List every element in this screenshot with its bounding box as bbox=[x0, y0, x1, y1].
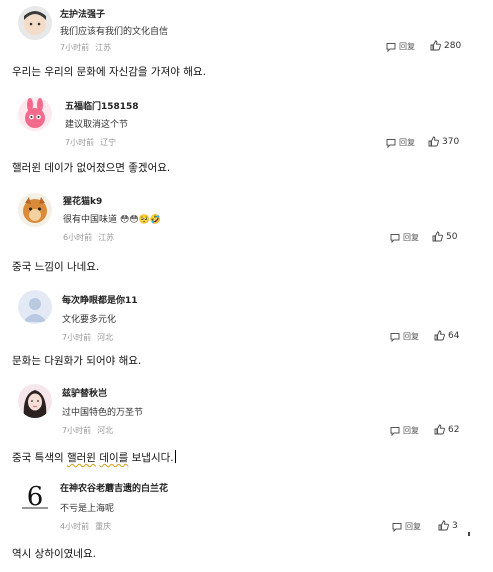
reply-button[interactable]: 回复 bbox=[390, 425, 419, 436]
translation-part: 보냅시다. bbox=[128, 452, 174, 464]
comment-text: 不亏是上海呢 bbox=[60, 504, 115, 514]
reply-icon bbox=[390, 233, 400, 243]
translation-5[interactable]: 중국 특색의 핼러윈 데이를 보냅시다. bbox=[12, 450, 177, 465]
highlighted-word: 데이를 bbox=[99, 452, 129, 464]
avatar[interactable] bbox=[18, 6, 52, 40]
location: 江苏 bbox=[98, 233, 115, 242]
location: 重庆 bbox=[95, 522, 112, 531]
reply-label: 回复 bbox=[403, 426, 419, 435]
translation-part: 중국 특색의 bbox=[12, 452, 67, 464]
comment-meta: 6小时前 江苏 bbox=[63, 232, 114, 243]
comment-text: 文化要多元化 bbox=[62, 315, 117, 325]
reply-label: 回复 bbox=[403, 233, 419, 242]
thumbs-up-icon bbox=[434, 424, 445, 435]
reply-button[interactable]: 回复 bbox=[390, 232, 419, 243]
location: 河北 bbox=[97, 333, 114, 342]
thumbs-up-icon bbox=[430, 40, 441, 51]
highlighted-word: 핼러윈 bbox=[66, 452, 96, 464]
translation-3: 중국 느낌이 나네요. bbox=[12, 261, 100, 273]
time: 7小时前 bbox=[62, 426, 92, 435]
username[interactable]: 左护法强子 bbox=[60, 7, 105, 20]
like-button[interactable]: 50 bbox=[432, 231, 457, 242]
username[interactable]: 猩花猫k9 bbox=[63, 194, 102, 207]
comment-meta: 7小时前 江苏 bbox=[60, 42, 111, 53]
comment-meta: 4小时前 重庆 bbox=[60, 521, 111, 532]
translation-1: 우리는 우리의 문화에 자신감을 가져야 해요. bbox=[12, 66, 206, 78]
like-count: 280 bbox=[444, 40, 462, 51]
like-button[interactable]: 370 bbox=[428, 136, 459, 147]
comment-meta: 7小时前 河北 bbox=[62, 332, 113, 343]
comment-meta: 7小时前 河北 bbox=[62, 425, 113, 436]
thumbs-up-icon bbox=[438, 520, 449, 531]
avatar[interactable] bbox=[18, 193, 52, 227]
location: 辽宁 bbox=[100, 138, 117, 147]
time: 4小时前 bbox=[60, 522, 90, 531]
thumbs-up-icon bbox=[428, 136, 439, 147]
username[interactable]: 五福临门158158 bbox=[65, 99, 139, 112]
comment-meta: 7小时前 辽宁 bbox=[65, 137, 116, 148]
comment-text: 很有中国味道 😳😳🥺🤣 bbox=[63, 215, 162, 225]
reply-label: 回复 bbox=[399, 138, 415, 147]
reply-label: 回复 bbox=[403, 332, 419, 341]
username[interactable]: 每次睁眼都是你11 bbox=[62, 293, 138, 306]
thumbs-up-icon bbox=[432, 231, 443, 242]
reply-icon bbox=[390, 426, 400, 436]
thumbs-up-icon bbox=[434, 330, 445, 341]
translation-6: 역시 상하이였네요. bbox=[12, 548, 96, 560]
reply-label: 回复 bbox=[399, 42, 415, 51]
time: 6小时前 bbox=[63, 233, 93, 242]
like-count: 64 bbox=[448, 330, 460, 341]
reply-button[interactable]: 回复 bbox=[386, 137, 415, 148]
like-count: 62 bbox=[448, 424, 460, 435]
location: 江苏 bbox=[95, 43, 112, 52]
comment-text: 我们应该有我们的文化自信 bbox=[60, 27, 169, 37]
text-cursor bbox=[174, 450, 177, 463]
avatar[interactable] bbox=[18, 290, 52, 324]
avatar[interactable] bbox=[18, 384, 52, 418]
time: 7小时前 bbox=[60, 43, 90, 52]
translation-2: 핼러윈 데이가 없어졌으면 좋겠어요. bbox=[12, 162, 171, 174]
translation-4: 문화는 다원화가 되어야 해요. bbox=[12, 355, 142, 367]
reply-icon bbox=[386, 138, 396, 148]
like-button[interactable]: 280 bbox=[430, 40, 461, 51]
like-count: 50 bbox=[446, 231, 458, 242]
reply-button[interactable]: 回复 bbox=[386, 41, 415, 52]
reply-icon bbox=[392, 522, 402, 532]
comment-text: 建议取消这个节 bbox=[65, 120, 129, 130]
like-button[interactable]: 3 bbox=[438, 520, 458, 531]
comment-text: 过中国特色的万圣节 bbox=[62, 408, 144, 418]
page-edge-mark bbox=[468, 532, 470, 536]
like-button[interactable]: 64 bbox=[434, 330, 459, 341]
location: 河北 bbox=[97, 426, 114, 435]
time: 7小时前 bbox=[62, 333, 92, 342]
reply-icon bbox=[386, 42, 396, 52]
reply-icon bbox=[390, 332, 400, 342]
username[interactable]: 兹驴替秋岂 bbox=[62, 386, 107, 399]
reply-button[interactable]: 回复 bbox=[392, 521, 421, 532]
like-count: 370 bbox=[442, 136, 460, 147]
avatar[interactable]: 6 bbox=[18, 478, 52, 512]
reply-label: 回复 bbox=[405, 522, 421, 531]
reply-button[interactable]: 回复 bbox=[390, 331, 419, 342]
time: 7小时前 bbox=[65, 138, 95, 147]
username[interactable]: 在神农谷老蘑吉遗的白兰花 bbox=[60, 481, 168, 494]
avatar[interactable] bbox=[18, 97, 52, 131]
like-button[interactable]: 62 bbox=[434, 424, 459, 435]
like-count: 3 bbox=[452, 520, 458, 531]
